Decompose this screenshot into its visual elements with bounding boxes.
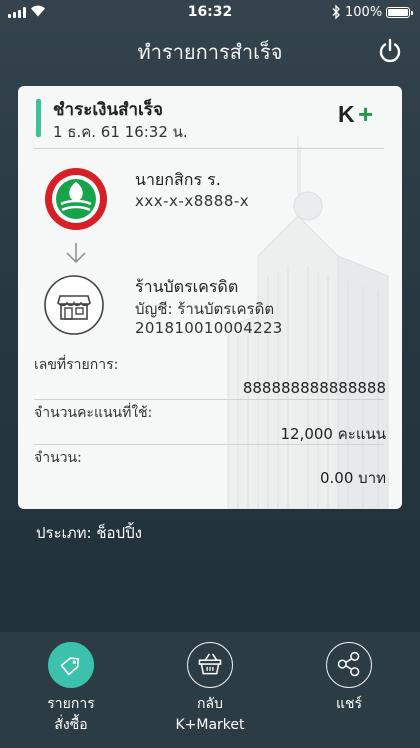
back-market-circle bbox=[187, 642, 233, 688]
share-icon bbox=[337, 651, 360, 677]
field-divider bbox=[34, 444, 384, 445]
card-divider bbox=[34, 148, 384, 149]
receipt-datetime: 1 ธ.ค. 61 16:32 น. bbox=[53, 123, 188, 141]
share-circle bbox=[326, 642, 372, 688]
battery-percent: 100% bbox=[345, 5, 383, 20]
receiver-reference: 201810010004223 bbox=[135, 319, 283, 337]
accent-bar bbox=[36, 99, 41, 137]
app-screen: 16:32 100% ทำรายการสำเร็จ ชำระเงินสำเร็จ… bbox=[0, 0, 420, 748]
order-list-label: รายการ สั่งซื้อ bbox=[47, 696, 95, 733]
field-divider bbox=[34, 399, 384, 400]
points-used-value: 12,000 คะแนน bbox=[280, 425, 386, 443]
battery-icon bbox=[386, 7, 413, 18]
amount-value: 0.00 บาท bbox=[320, 469, 386, 487]
receipt-title: ชำระเงินสำเร็จ bbox=[53, 100, 163, 120]
sender-name: นายกสิกร ร. bbox=[135, 170, 221, 189]
transaction-id-label: เลขที่รายการ: bbox=[34, 357, 119, 373]
back-kplus-market-button[interactable]: กลับ K+Market bbox=[150, 642, 270, 742]
order-list-circle bbox=[48, 642, 94, 688]
share-button[interactable]: แชร์ bbox=[289, 642, 409, 742]
receiver-account: บัญชี: ร้านบัตรเครดิต bbox=[135, 300, 275, 318]
transaction-id-value: 888888888888888 bbox=[242, 379, 386, 397]
share-label: แชร์ bbox=[335, 696, 363, 712]
points-used-label: จำนวนคะแนนที่ใช้: bbox=[34, 405, 153, 421]
arrow-down-icon bbox=[66, 243, 86, 264]
bluetooth-icon bbox=[332, 5, 340, 19]
svg-text:+: + bbox=[358, 102, 373, 126]
kbank-logo-icon bbox=[45, 168, 107, 230]
bottom-toolbar: รายการ สั่งซื้อ กลับ K+Market แชร์ bbox=[0, 632, 420, 748]
order-list-button[interactable]: รายการ สั่งซื้อ bbox=[11, 642, 131, 742]
basket-icon bbox=[198, 653, 222, 675]
tag-icon bbox=[60, 657, 80, 676]
status-bar: 16:32 100% bbox=[0, 0, 420, 24]
amount-label: จำนวน: bbox=[34, 450, 82, 466]
svg-text:K: K bbox=[338, 102, 355, 126]
kplus-logo: K + bbox=[338, 102, 373, 126]
receipt-card: ชำระเงินสำเร็จ 1 ธ.ค. 61 16:32 น. K + นา… bbox=[18, 86, 402, 509]
category-label: ประเภท: ช็อปปิ้ง bbox=[36, 524, 142, 542]
power-icon[interactable] bbox=[376, 37, 404, 65]
page-title: ทำรายการสำเร็จ bbox=[137, 40, 283, 64]
back-market-label: กลับ K+Market bbox=[175, 696, 245, 733]
store-icon bbox=[44, 275, 104, 335]
sender-account: xxx-x-x8888-x bbox=[135, 192, 250, 210]
